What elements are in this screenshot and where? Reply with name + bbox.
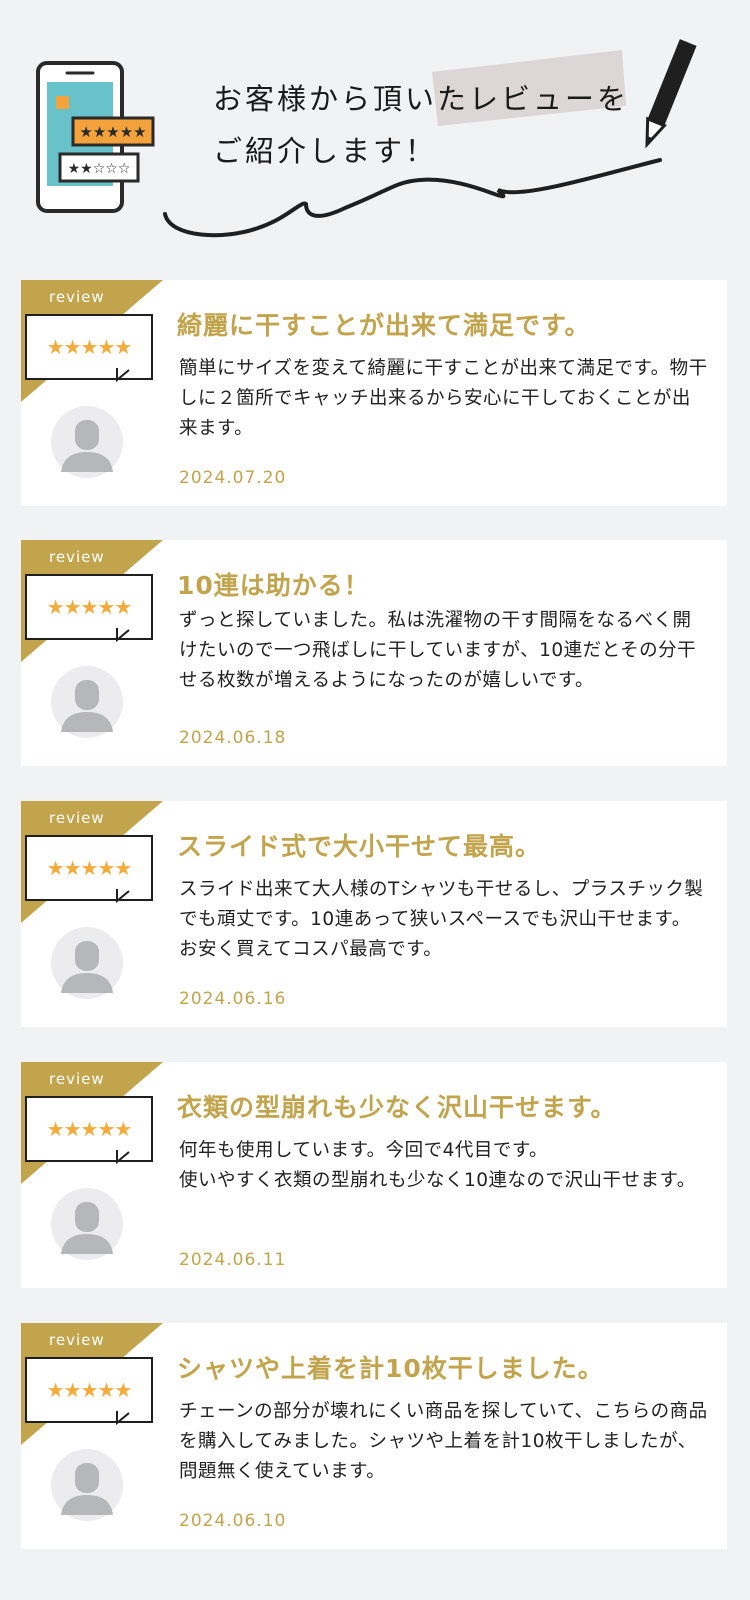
review-date: 2024.07.20 bbox=[179, 468, 287, 488]
review-label: review bbox=[49, 288, 105, 306]
review-title: スライド式で大小干せて最高。 bbox=[177, 832, 542, 861]
review-card: review ★★★★★ 10連は助かる！ ずっと探していました。私は洗濯物の干… bbox=[21, 540, 727, 766]
svg-text:★★★★★: ★★★★★ bbox=[79, 123, 146, 141]
avatar-icon bbox=[51, 927, 123, 999]
review-body: ずっと探していました。私は洗濯物の干す間隔をなるべく開けたいので一つ飛ばしに干し… bbox=[179, 610, 697, 691]
rating-bubble: ★★★★★ bbox=[25, 574, 153, 640]
review-body: 何年も使用しています。今回で4代目です。 使いやすく衣類の型崩れも少なく10連な… bbox=[179, 1140, 696, 1191]
header-title-line2: ご紹介します！ bbox=[213, 134, 438, 168]
rating-bubble: ★★★★★ bbox=[25, 1357, 153, 1423]
review-title: 綺麗に干すことが出来て満足です。 bbox=[177, 311, 591, 340]
star-rating-icon: ★★★★★ bbox=[46, 1117, 133, 1141]
avatar-icon bbox=[51, 406, 123, 478]
star-rating-icon: ★★★★★ bbox=[46, 335, 133, 359]
bubble-tail bbox=[116, 889, 130, 904]
bubble-tail bbox=[116, 628, 130, 643]
review-card: review ★★★★★ シャツや上着を計10枚干しました。 チェーンの部分が壊… bbox=[21, 1323, 727, 1549]
review-label: review bbox=[49, 1331, 105, 1349]
star-rating-icon: ★★★★★ bbox=[46, 856, 133, 880]
rating-bubble: ★★★★★ bbox=[25, 835, 153, 901]
bubble-tail bbox=[116, 1150, 130, 1165]
review-card: review ★★★★★ 衣類の型崩れも少なく沢山干せます。 何年も使用していま… bbox=[21, 1062, 727, 1288]
swoosh-line bbox=[163, 158, 662, 238]
review-title: 衣類の型崩れも少なく沢山干せます。 bbox=[177, 1093, 617, 1122]
review-date: 2024.06.10 bbox=[179, 1511, 287, 1531]
review-body: 簡単にサイズを変えて綺麗に干すことが出来て満足です。物干しに２箇所でキャッチ出来… bbox=[179, 358, 708, 439]
review-body: チェーンの部分が壊れにくい商品を探していて、こちらの商品を購入してみました。シャ… bbox=[179, 1401, 708, 1482]
review-title: シャツや上着を計10枚干しました。 bbox=[177, 1354, 604, 1383]
avatar-icon bbox=[51, 1188, 123, 1260]
avatar-icon bbox=[51, 666, 123, 738]
bubble-tail bbox=[116, 1411, 130, 1426]
review-date: 2024.06.16 bbox=[179, 989, 287, 1009]
review-title: 10連は助かる！ bbox=[177, 571, 370, 600]
header-title-line1: お客様から頂いたレビューを bbox=[213, 82, 630, 116]
phone-review-icon: ★★★★★ ★★☆☆☆ bbox=[36, 61, 155, 213]
pen-icon bbox=[645, 39, 697, 149]
svg-text:★★☆☆☆: ★★☆☆☆ bbox=[68, 161, 131, 177]
rating-bubble: ★★★★★ bbox=[25, 314, 153, 380]
review-label: review bbox=[49, 809, 105, 827]
review-card: review ★★★★★ 綺麗に干すことが出来て満足です。 簡単にサイズを変えて… bbox=[21, 280, 727, 506]
star-rating-icon: ★★★★★ bbox=[46, 595, 133, 619]
review-date: 2024.06.18 bbox=[179, 728, 287, 748]
review-card: review ★★★★★ スライド式で大小干せて最高。 スライド出来て大人様のT… bbox=[21, 801, 727, 1027]
review-body: スライド出来て大人様のTシャツも干せるし、プラスチック製でも頑丈です。10連あっ… bbox=[179, 879, 704, 960]
bubble-tail bbox=[116, 368, 130, 383]
page-header: ★★★★★ ★★☆☆☆ お客様から頂いたレビューを ご紹介します！ bbox=[0, 0, 750, 270]
avatar-icon bbox=[51, 1449, 123, 1521]
review-date: 2024.06.11 bbox=[179, 1250, 287, 1270]
rating-bubble: ★★★★★ bbox=[25, 1096, 153, 1162]
star-rating-icon: ★★★★★ bbox=[46, 1378, 133, 1402]
review-label: review bbox=[49, 1070, 105, 1088]
review-label: review bbox=[49, 548, 105, 566]
